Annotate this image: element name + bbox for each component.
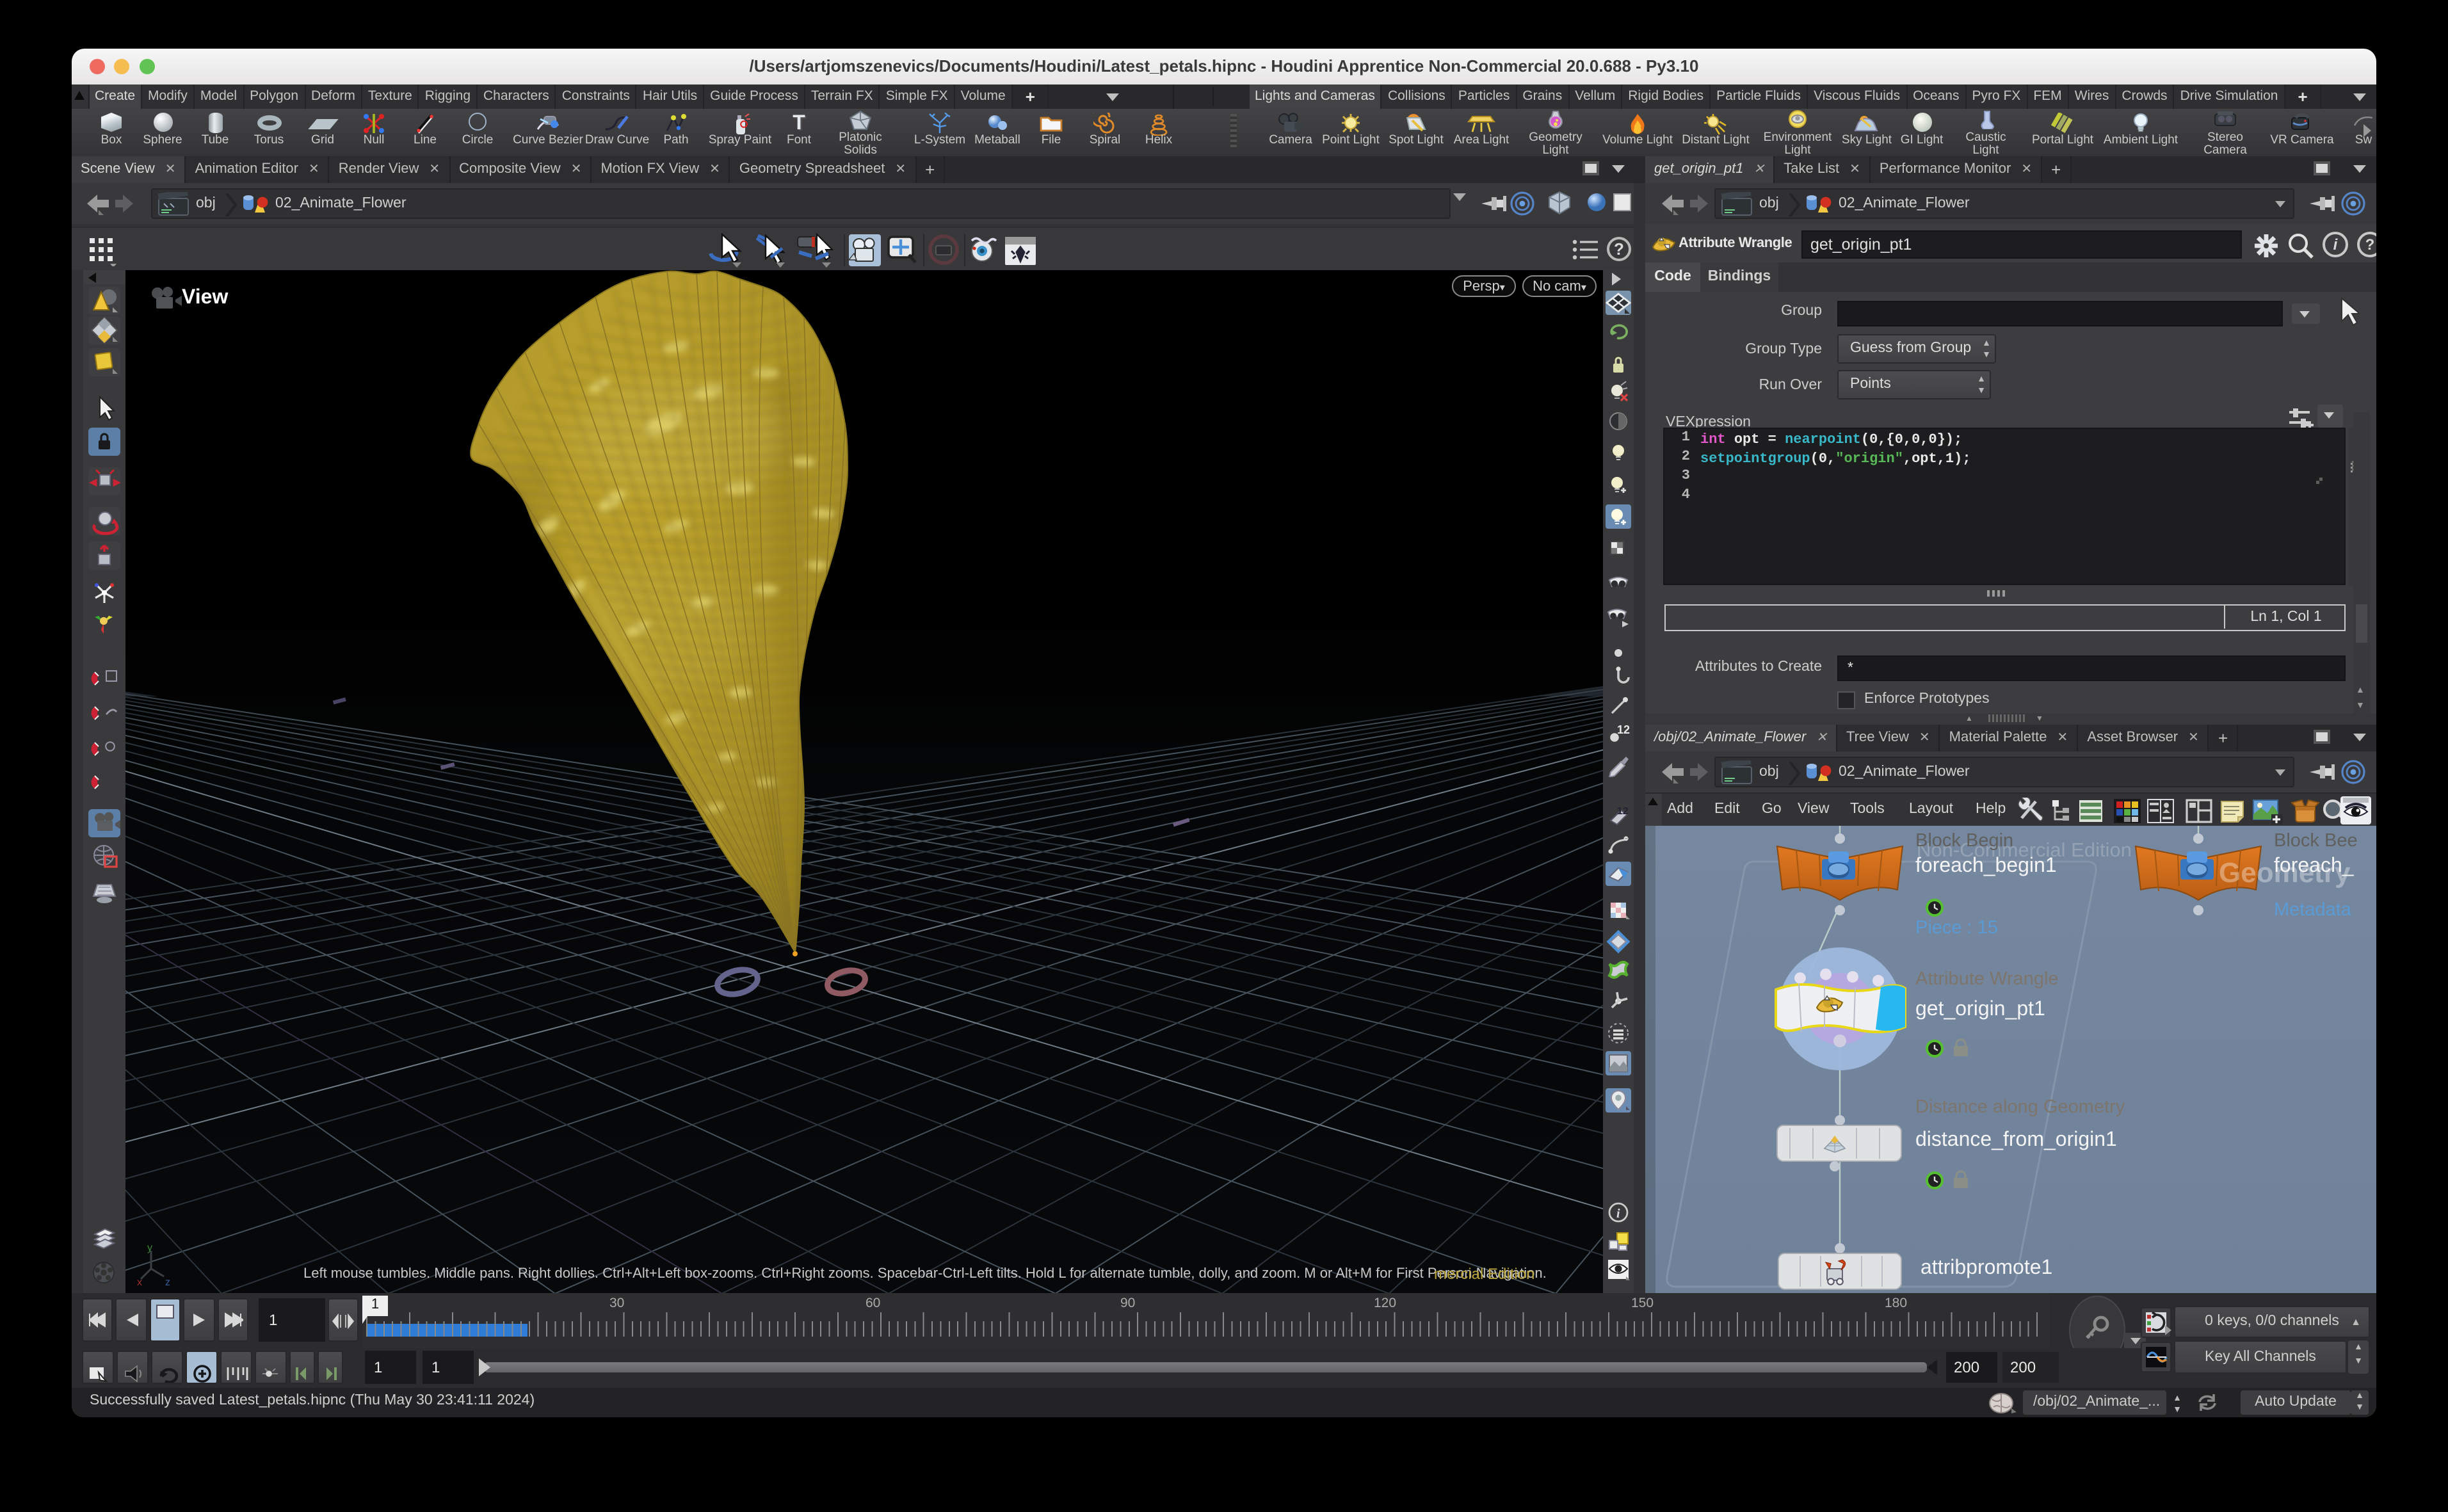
svg-text:z: z	[165, 1277, 170, 1287]
svg-text:12: 12	[1617, 723, 1630, 736]
svg-text:x: x	[137, 1277, 142, 1287]
svg-text:12: 12	[1617, 806, 1629, 817]
svg-text:y: y	[147, 1243, 152, 1253]
svg-text:i: i	[1616, 1207, 1620, 1221]
